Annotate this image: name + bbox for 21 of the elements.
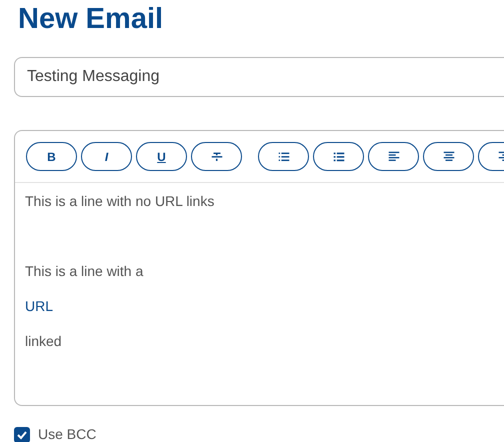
bullet-list-icon [332, 150, 346, 164]
ordered-list-button[interactable] [258, 142, 309, 171]
bcc-label: Use BCC [38, 425, 96, 442]
underline-button[interactable]: U [136, 142, 187, 171]
bcc-checkbox[interactable] [14, 426, 30, 442]
strike-button[interactable] [191, 142, 242, 171]
align-center-button[interactable] [423, 142, 474, 171]
italic-button[interactable]: I [81, 142, 132, 171]
subject-field[interactable]: Testing Messaging [14, 57, 504, 97]
align-left-icon [386, 150, 400, 164]
align-center-icon [442, 150, 456, 164]
url-link[interactable]: URL [25, 298, 54, 314]
align-left-button[interactable] [368, 142, 419, 171]
bold-button[interactable]: B [26, 142, 77, 171]
body-text: linked [25, 333, 62, 349]
body-text: This is a line with no URL links [25, 193, 214, 209]
numbered-list-icon [276, 150, 290, 164]
bullet-list-button[interactable] [313, 142, 364, 171]
page-title: New Email [18, 2, 164, 37]
body-text: This is a line with a [25, 263, 144, 279]
strikethrough-icon [210, 150, 224, 164]
